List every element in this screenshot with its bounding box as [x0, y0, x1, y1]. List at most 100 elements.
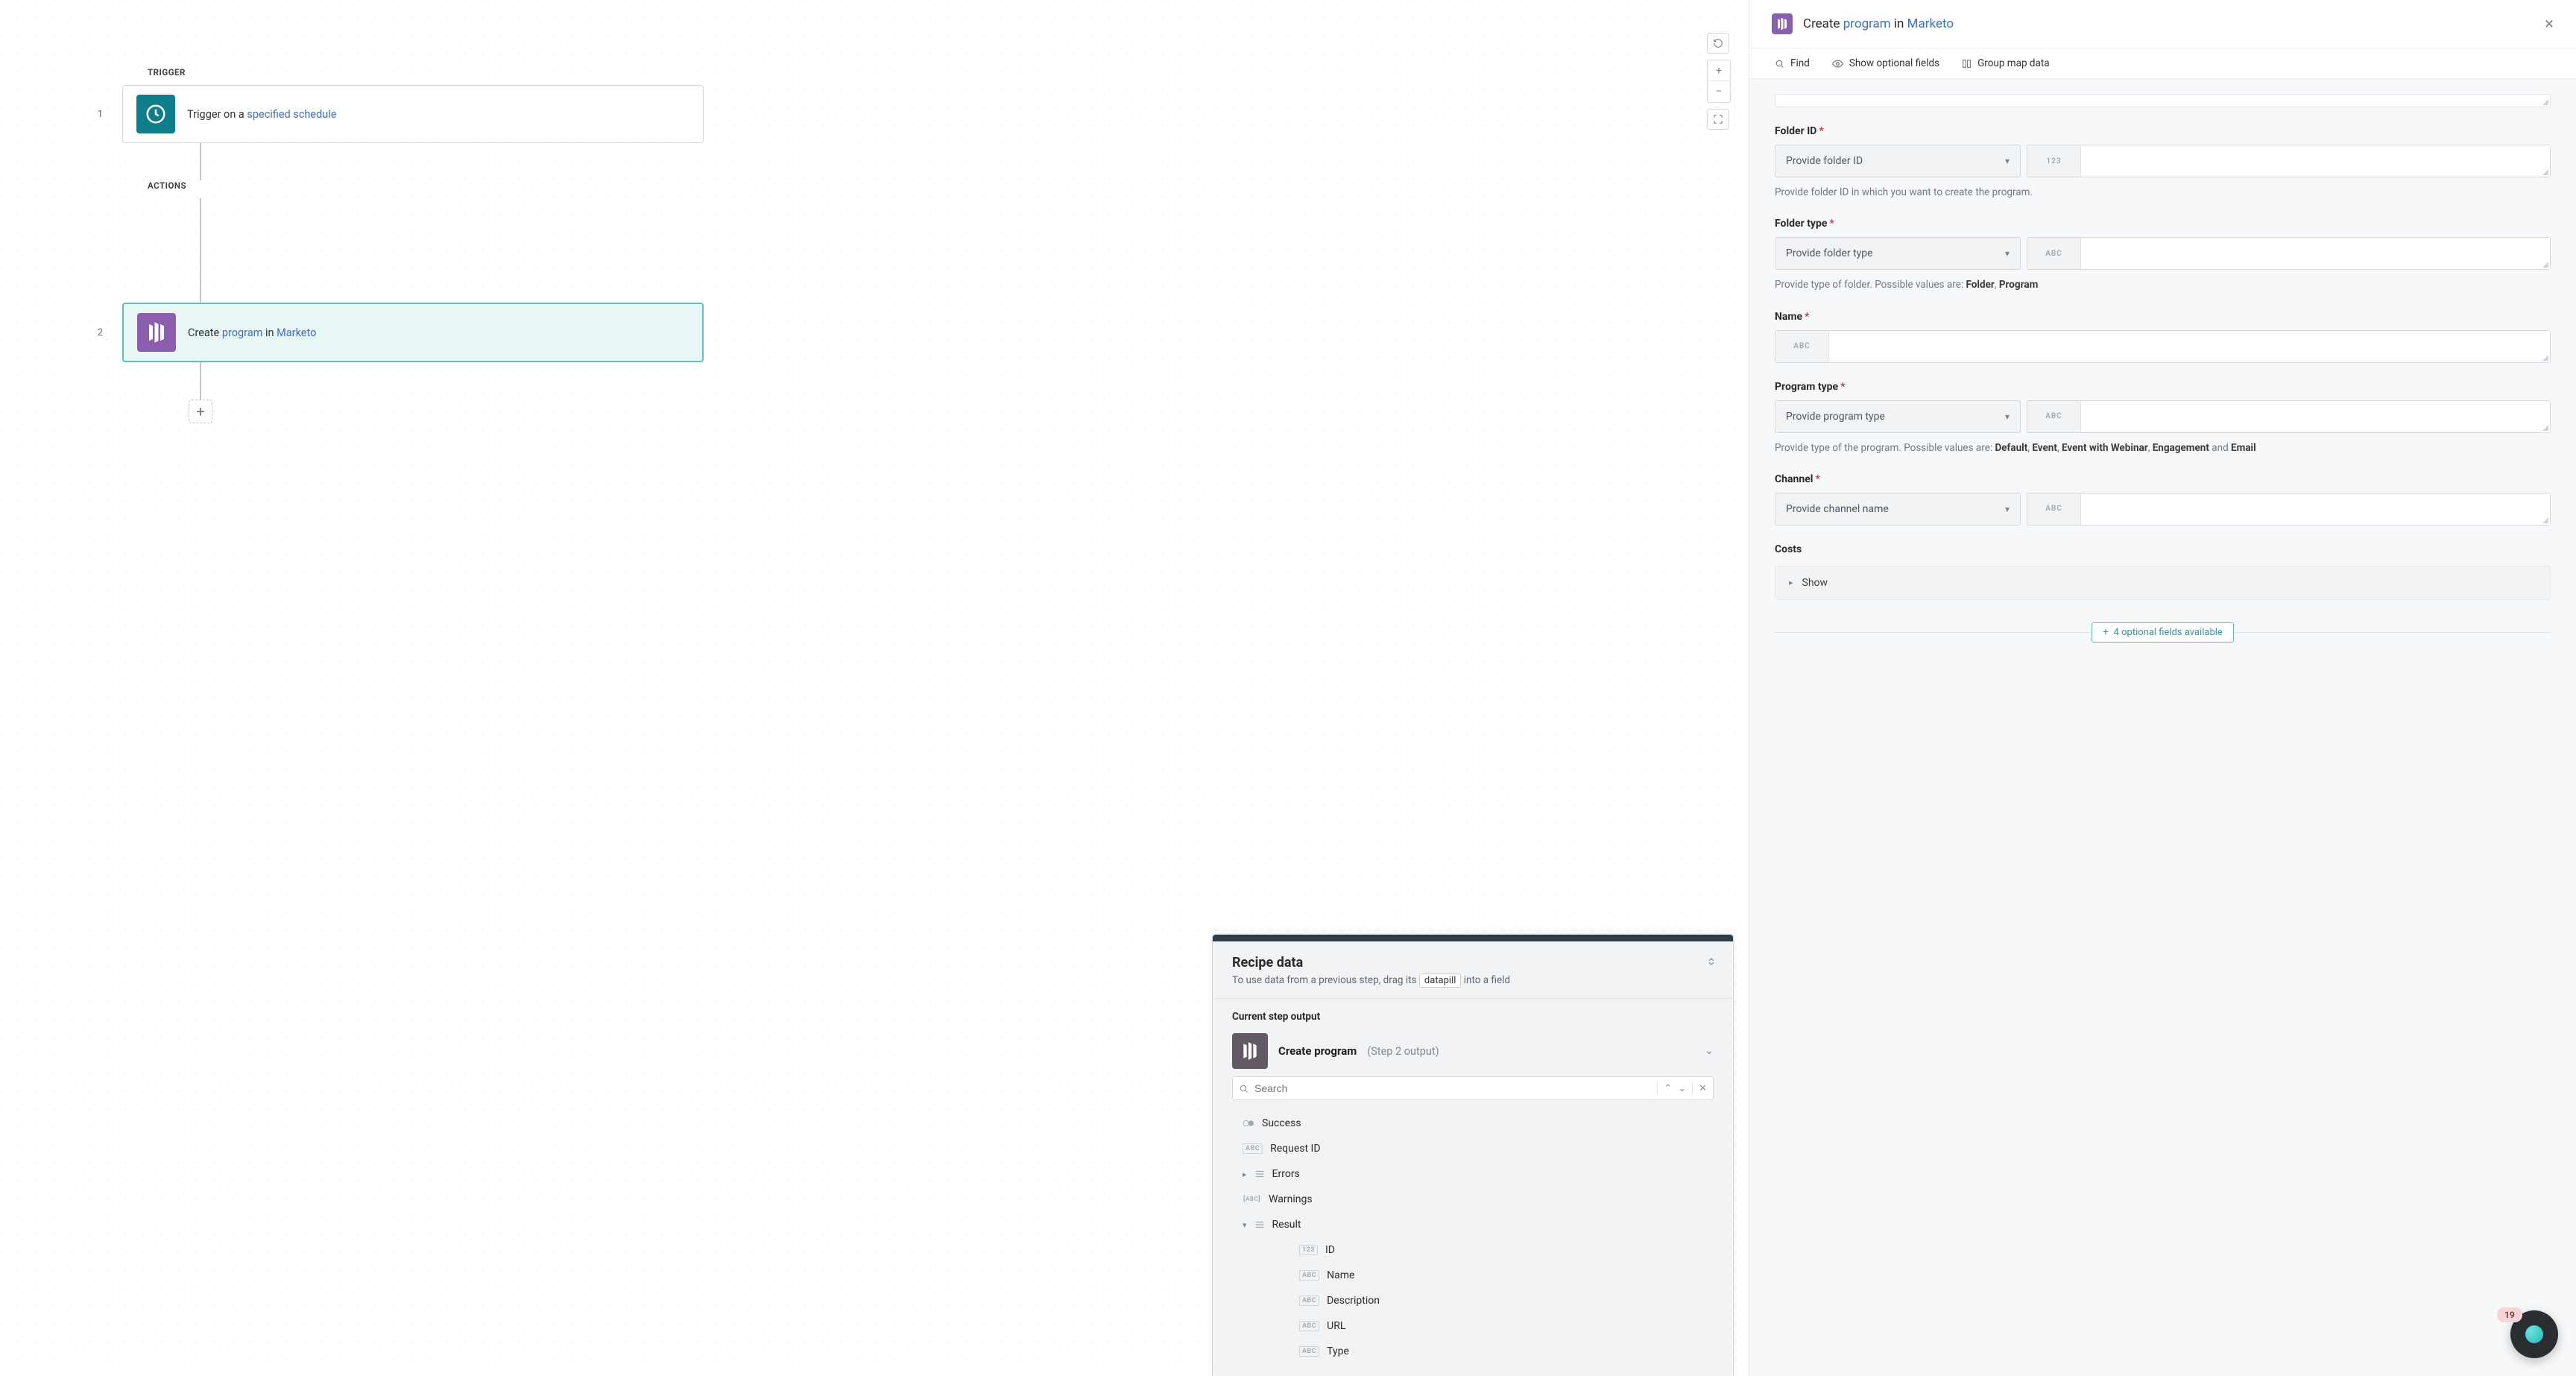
tree-item-warnings[interactable]: [ABC] Warnings [1232, 1187, 1714, 1212]
optional-fields-button[interactable]: + 4 optional fields available [2092, 622, 2234, 643]
num-type-icon: 123 [2027, 145, 2081, 177]
costs-label: Costs [1775, 543, 2551, 555]
actions-heading: ACTIONS [148, 180, 760, 191]
marketo-icon [137, 313, 176, 352]
eye-icon [1832, 59, 1843, 69]
abc-type-icon: ABC [1299, 1295, 1319, 1306]
recipe-data-subtitle: To use data from a previous step, drag i… [1232, 973, 1714, 988]
tree-item-errors[interactable]: ▸ Errors [1232, 1161, 1714, 1187]
fit-to-screen-button[interactable] [1707, 109, 1729, 130]
search-input[interactable] [1254, 1082, 1651, 1094]
program-type-select[interactable]: Provide program type▾ [1775, 400, 2021, 433]
output-header[interactable]: Create program (Step 2 output) ⌄ [1232, 1033, 1714, 1076]
help-count-badge: 19 [2497, 1307, 2522, 1322]
program-type-input[interactable]: ABC [2027, 400, 2551, 433]
folder-id-select[interactable]: Provide folder ID▾ [1775, 145, 2021, 177]
caret-right-icon: ▸ [1243, 1170, 1247, 1179]
chevron-down-icon: ▾ [2005, 248, 2010, 259]
marketo-link[interactable]: Marketo [1907, 16, 1954, 31]
collapse-panel-icon[interactable] [1706, 956, 1717, 967]
trigger-heading: TRIGGER [148, 67, 760, 78]
trigger-schedule-link[interactable]: specified schedule [247, 108, 336, 121]
folder-id-label: Folder ID* [1775, 125, 2551, 137]
marketo-icon [1232, 1033, 1268, 1069]
channel-input[interactable]: ABC [2027, 493, 2551, 526]
toggle-icon [1243, 1120, 1254, 1127]
abc-type-icon: ABC [1299, 1270, 1319, 1281]
folder-id-input[interactable]: 123 [2027, 145, 2551, 177]
abc-type-icon: ABC [1299, 1346, 1319, 1357]
group-map-button[interactable]: Group map data [1962, 57, 2050, 69]
folder-type-input[interactable]: ABC [2027, 237, 2551, 270]
add-step-button[interactable]: + [189, 400, 212, 423]
caret-right-icon: ▸ [1789, 578, 1793, 587]
clock-icon [136, 95, 175, 133]
config-title: Create program in Marketo [1803, 16, 1954, 31]
tree-item-id[interactable]: 123 ID [1232, 1237, 1714, 1263]
step-number: 1 [89, 109, 103, 120]
show-optional-button[interactable]: Show optional fields [1832, 57, 1939, 69]
search-prev-icon[interactable]: ⌃ [1664, 1083, 1672, 1094]
costs-show-button[interactable]: ▸ Show [1775, 566, 2551, 600]
tree-item-request-id[interactable]: ABC Request ID [1232, 1136, 1714, 1161]
chevron-down-icon: ▾ [2005, 411, 2010, 422]
map-icon [1962, 59, 1972, 69]
name-input[interactable]: ABC [1775, 330, 2551, 363]
output-step-meta: (Step 2 output) [1367, 1045, 1439, 1058]
program-link[interactable]: program [1843, 16, 1891, 31]
zoom-out-button[interactable]: − [1708, 81, 1730, 102]
step-number: 2 [89, 327, 103, 338]
trigger-step[interactable]: Trigger on a specified schedule [122, 85, 704, 143]
search-clear-icon[interactable]: ✕ [1699, 1083, 1707, 1094]
current-step-output-label: Current step output [1232, 1011, 1714, 1023]
find-button[interactable]: Find [1775, 57, 1810, 69]
list-icon [1254, 1170, 1265, 1178]
close-panel-button[interactable]: × [2545, 15, 2554, 34]
folder-type-select[interactable]: Provide folder type▾ [1775, 237, 2021, 270]
name-label: Name* [1775, 311, 2551, 323]
folder-type-label: Folder type* [1775, 218, 2551, 230]
tree-item-description[interactable]: ABC Description [1232, 1288, 1714, 1313]
program-type-label: Program type* [1775, 381, 2551, 393]
marketo-link[interactable]: Marketo [277, 326, 316, 339]
tree-item-success[interactable]: Success [1232, 1111, 1714, 1136]
tree-item-name[interactable]: ABC Name [1232, 1263, 1714, 1288]
tree-item-result[interactable]: ▾ Result [1232, 1212, 1714, 1237]
datapill-search[interactable]: ⌃ ⌄ ✕ [1232, 1076, 1714, 1100]
action-step-label: Create program in Marketo [188, 326, 316, 339]
tree-item-url[interactable]: ABC URL [1232, 1313, 1714, 1339]
recipe-data-title: Recipe data [1232, 955, 1714, 971]
trigger-step-label: Trigger on a specified schedule [187, 108, 336, 121]
prev-field-sliver [1775, 94, 2551, 107]
program-link[interactable]: program [222, 326, 263, 339]
caret-down-icon: ▾ [1243, 1220, 1247, 1230]
channel-select[interactable]: Provide channel name▾ [1775, 493, 2021, 526]
abc-type-icon: ABC [1775, 331, 1829, 362]
config-panel: Create program in Marketo × Find Show op… [1749, 0, 2576, 1376]
output-tree: Success ABC Request ID ▸ Errors [ [1232, 1111, 1714, 1364]
abc-type-icon: ABC [2027, 401, 2081, 432]
program-type-helper: Provide type of the program. Possible va… [1775, 441, 2551, 455]
search-next-icon[interactable]: ⌄ [1678, 1083, 1686, 1094]
undo-button[interactable] [1707, 33, 1729, 54]
help-fab[interactable]: 19 [2510, 1310, 2558, 1358]
action-step-selected[interactable]: Create program in Marketo [122, 303, 704, 362]
list-icon [1254, 1220, 1265, 1229]
folder-type-helper: Provide type of folder. Possible values … [1775, 277, 2551, 292]
datapill-chip: datapill [1419, 973, 1462, 988]
chevron-down-icon[interactable]: ⌄ [1705, 1045, 1714, 1057]
abc-type-icon: ABC [2027, 238, 2081, 269]
abc-type-icon: ABC [1243, 1143, 1263, 1154]
search-icon [1775, 59, 1784, 69]
abc-type-icon: ABC [1299, 1321, 1319, 1331]
plus-icon: + [2103, 627, 2108, 638]
tree-item-type[interactable]: ABC Type [1232, 1339, 1714, 1364]
zoom-in-button[interactable]: + [1708, 60, 1730, 81]
marketo-icon [1772, 13, 1793, 34]
folder-id-helper: Provide folder ID in which you want to c… [1775, 185, 2551, 200]
recipe-data-panel: Recipe data To use data from a previous … [1212, 934, 1734, 1376]
recipe-canvas[interactable]: + − TRIGGER 1 Trigger on a specified sch… [0, 0, 1749, 1376]
num-type-icon: 123 [1299, 1245, 1318, 1255]
search-icon [1239, 1084, 1248, 1093]
bulb-icon [2525, 1325, 2543, 1343]
